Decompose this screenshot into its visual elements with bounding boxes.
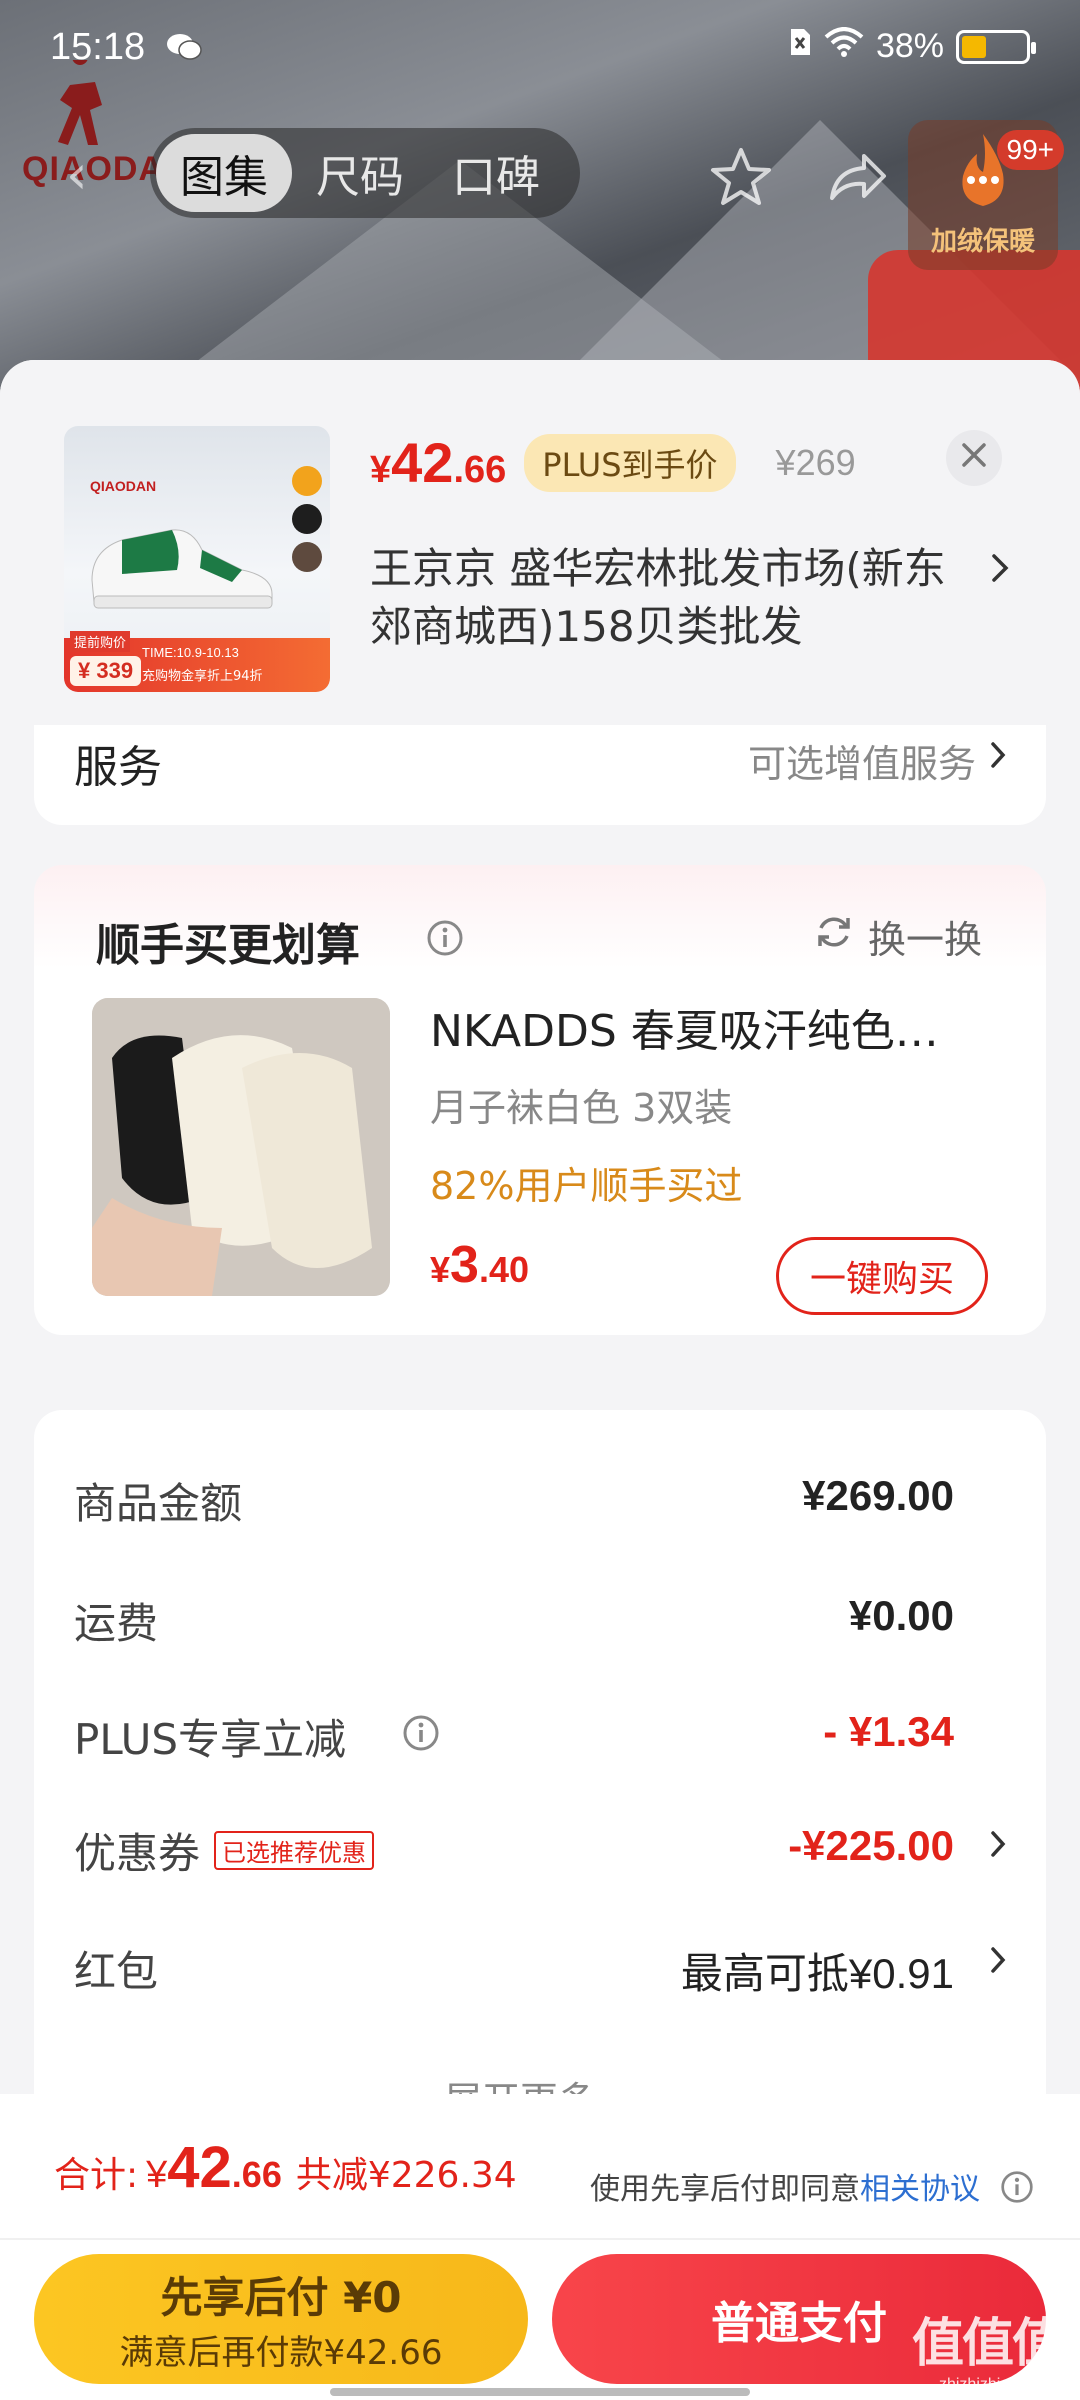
agreement-text: 使用先享后付即同意相关协议 bbox=[590, 2164, 1034, 2212]
sim-icon bbox=[788, 26, 812, 67]
flame-swatch bbox=[292, 466, 322, 496]
thumb-price: ¥ 339 bbox=[70, 656, 142, 686]
chevron-right-icon bbox=[986, 1826, 1010, 1862]
total-label: 合计: bbox=[54, 2155, 139, 2196]
watermark-url: zhizhizhi.com bbox=[938, 2376, 1035, 2393]
price-currency: ¥ bbox=[370, 449, 392, 491]
thumb-tag: 提前购价 bbox=[70, 631, 131, 652]
summary-row-goods: 商品金额 ¥269.00 bbox=[34, 1470, 1046, 1540]
thumb-time: TIME:10.9-10.13 bbox=[142, 645, 239, 660]
plus-price-tag: PLUS到手价 bbox=[524, 433, 736, 492]
info-icon[interactable] bbox=[1000, 2170, 1034, 2212]
total-saved: 共减¥226.34 bbox=[295, 2155, 517, 2196]
product-header: QIAODAN 提前购价 ¥ 339 TIME:10.9-10.13 充购物金享… bbox=[0, 360, 1080, 725]
summary-label: 运费 bbox=[74, 1599, 159, 1648]
pay-later-subtitle: 满意后再付款¥42.66 bbox=[119, 2333, 443, 2373]
chevron-right-icon bbox=[986, 1942, 1010, 1978]
summary-value: ¥0.00 bbox=[848, 1592, 954, 1639]
service-value: 可选增值服务 bbox=[747, 742, 976, 786]
summary-row-redpacket[interactable]: 红包 最高可抵¥0.91 bbox=[34, 1938, 1046, 2008]
price-decimal: .66 bbox=[453, 449, 507, 491]
refresh-icon bbox=[814, 912, 854, 961]
order-total: 合计: ¥ 42 .66 共减¥226.34 bbox=[54, 2134, 517, 2201]
divider bbox=[0, 2238, 1080, 2240]
pay-later-title: 先享后付 ¥0 bbox=[160, 2273, 402, 2322]
upsell-product-spec: 月子袜白色 3双装 bbox=[430, 1086, 733, 1130]
color-swatch bbox=[292, 542, 322, 572]
info-icon[interactable] bbox=[426, 919, 464, 957]
upsell-bought-rate: 82%用户顺手买过 bbox=[430, 1164, 743, 1208]
summary-value: 最高可抵¥0.91 bbox=[680, 1950, 954, 1997]
tab-reviews[interactable]: 口碑 bbox=[428, 134, 564, 212]
swap-button[interactable]: 换一换 bbox=[814, 909, 982, 964]
one-click-buy-button[interactable]: 一键购买 bbox=[776, 1237, 988, 1315]
summary-value: ¥269.00 bbox=[802, 1472, 954, 1519]
price-integer: 42 bbox=[391, 431, 454, 494]
status-time: 15:18 bbox=[50, 26, 146, 68]
tab-gallery[interactable]: 图集 bbox=[156, 134, 292, 212]
summary-value: -¥225.00 bbox=[788, 1822, 954, 1869]
battery-level bbox=[962, 35, 986, 58]
hot-promo-button[interactable]: 99+ 加绒保暖 bbox=[908, 120, 1064, 270]
close-button[interactable] bbox=[946, 430, 1002, 486]
upsell-product-image[interactable] bbox=[92, 998, 390, 1296]
battery-icon bbox=[956, 29, 1036, 64]
close-icon bbox=[960, 438, 988, 478]
service-label: 服务 bbox=[74, 742, 162, 793]
product-price: ¥ 42 .66 PLUS到手价 ¥269 bbox=[370, 430, 856, 495]
back-icon[interactable]: ‹ bbox=[66, 148, 116, 202]
upsell-price: ¥ 3 .40 bbox=[430, 1235, 529, 1295]
agreement-prefix: 使用先享后付即同意 bbox=[590, 2172, 860, 2207]
total-decimal: .66 bbox=[231, 2154, 282, 2195]
upsell-title: 顺手买更划算 bbox=[96, 920, 360, 971]
segment-tabs: 图集 尺码 口碑 bbox=[150, 128, 580, 218]
status-bar: 15:18 38% bbox=[0, 0, 1080, 100]
price-decimal: .40 bbox=[478, 1249, 529, 1290]
favorite-star-icon[interactable] bbox=[706, 142, 776, 212]
total-integer: 42 bbox=[167, 2135, 232, 2200]
chevron-right-icon[interactable] bbox=[984, 548, 1014, 588]
info-icon[interactable] bbox=[402, 1714, 440, 1752]
thumb-note: 充购物金享折上94折 bbox=[142, 669, 263, 684]
summary-label: PLUS专享立减 bbox=[74, 1715, 347, 1764]
home-indicator[interactable] bbox=[330, 2388, 750, 2396]
coupon-tag: 已选推荐优惠 bbox=[214, 1831, 375, 1870]
service-row[interactable]: 服务 可选增值服务 bbox=[34, 725, 1046, 825]
site-watermark: 值值值 zhizhizhi.com bbox=[911, 2301, 1064, 2394]
color-swatch bbox=[292, 504, 322, 534]
checkout-bottom-bar: 合计: ¥ 42 .66 共减¥226.34 使用先享后付即同意相关协议 先享后… bbox=[0, 2094, 1080, 2400]
product-thumbnail[interactable]: QIAODAN 提前购价 ¥ 339 TIME:10.9-10.13 充购物金享… bbox=[64, 426, 330, 692]
total-currency: ¥ bbox=[146, 2154, 168, 2196]
wechat-icon bbox=[166, 32, 202, 62]
upsell-product-name[interactable]: NKADDS 春夏吸汗纯色… bbox=[430, 995, 990, 1059]
summary-value: - ¥1.34 bbox=[823, 1708, 954, 1755]
watermark-logo: 值值值 bbox=[911, 2314, 1064, 2374]
summary-row-coupon[interactable]: 优惠券 已选推荐优惠 -¥225.00 bbox=[34, 1820, 1046, 1890]
shoe-image bbox=[82, 510, 282, 620]
original-price: ¥269 bbox=[775, 441, 856, 483]
price-integer: 3 bbox=[450, 1236, 479, 1294]
battery-percent: 38% bbox=[875, 27, 944, 65]
chevron-right-icon bbox=[986, 737, 1010, 773]
price-summary-card: 商品金额 ¥269.00 运费 ¥0.00 PLUS专享立减 - ¥1.34 优… bbox=[34, 1410, 1046, 2170]
share-icon[interactable] bbox=[822, 142, 892, 212]
summary-row-shipping: 运费 ¥0.00 bbox=[34, 1590, 1046, 1660]
hot-badge: 99+ bbox=[996, 130, 1064, 170]
top-navigation: ‹ 图集 尺码 口碑 99+ 加绒保暖 bbox=[0, 120, 1080, 270]
summary-label: 商品金额 bbox=[74, 1479, 243, 1528]
pay-later-button[interactable]: 先享后付 ¥0 满意后再付款¥42.66 bbox=[34, 2254, 528, 2384]
hot-label: 加绒保暖 bbox=[930, 227, 1035, 257]
upsell-card: 顺手买更划算 换一换 NKADDS 春夏吸汗纯色… 月子袜白色 3双装 82%用… bbox=[34, 865, 1046, 1335]
price-currency: ¥ bbox=[430, 1249, 451, 1290]
shipping-address[interactable]: 王京京 盛华宏林批发市场(新东郊商城西)158贝类批发 bbox=[370, 540, 970, 656]
summary-row-plus: PLUS专享立减 - ¥1.34 bbox=[34, 1706, 1046, 1776]
summary-label: 优惠券 已选推荐优惠 bbox=[74, 1820, 375, 1881]
coupon-label: 优惠券 bbox=[74, 1829, 201, 1878]
tab-size[interactable]: 尺码 bbox=[292, 134, 428, 212]
agreement-link[interactable]: 相关协议 bbox=[860, 2172, 980, 2207]
swap-label: 换一换 bbox=[867, 918, 982, 962]
thumb-brand: QIAODAN bbox=[90, 478, 157, 494]
summary-label: 红包 bbox=[74, 1947, 159, 1996]
wifi-icon bbox=[824, 27, 864, 66]
